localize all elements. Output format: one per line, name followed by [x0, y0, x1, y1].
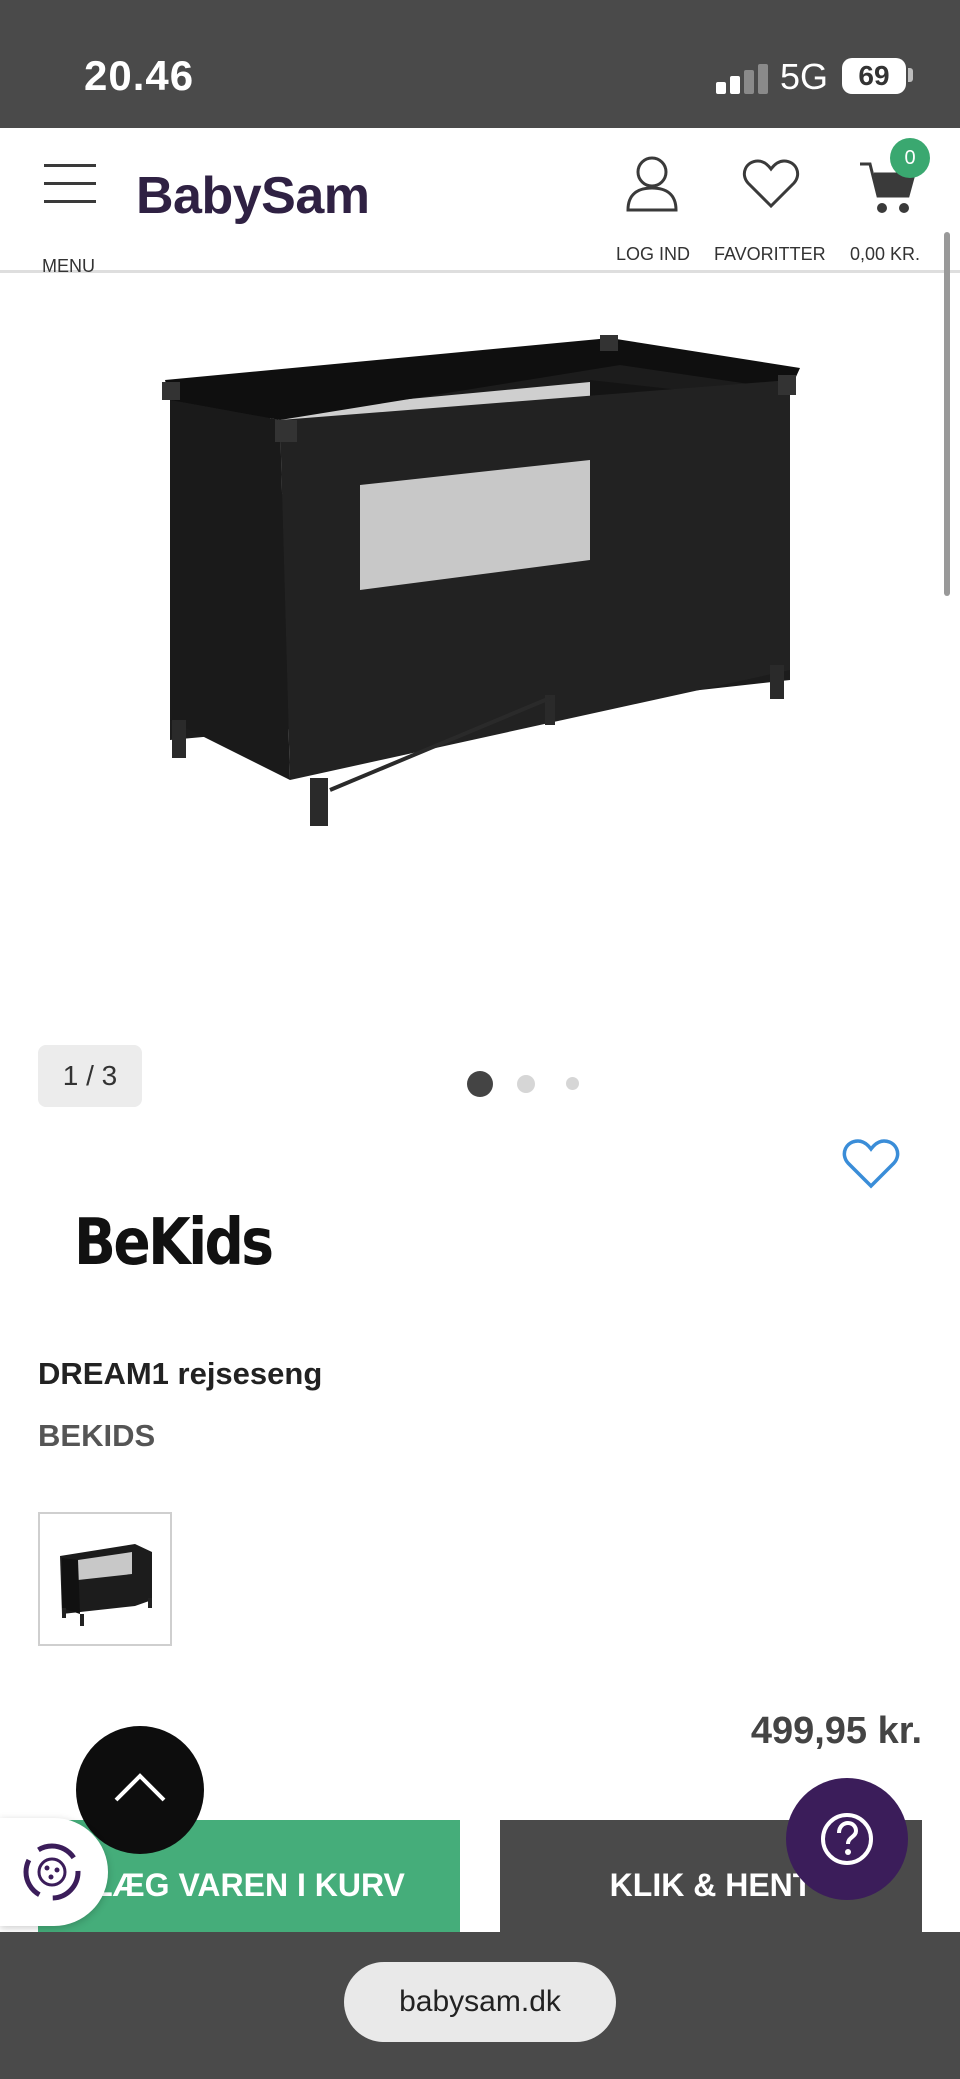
signal-icon	[716, 62, 768, 94]
cookie-settings-button[interactable]	[0, 1818, 108, 1926]
babysam-logo[interactable]: BabySam	[136, 166, 370, 226]
cart-count-badge: 0	[890, 138, 930, 178]
heart-icon	[742, 159, 800, 209]
login-button[interactable]: LOG IND	[610, 146, 694, 264]
product-price: 499,95 kr.	[750, 1710, 922, 1752]
status-time: 20.46	[84, 52, 195, 99]
gallery-counter: 1 / 3	[38, 1045, 142, 1107]
gallery-dot-2[interactable]	[517, 1075, 535, 1093]
question-icon	[821, 1813, 873, 1865]
product-image[interactable]	[150, 320, 810, 840]
favorites-button[interactable]: FAVORITTER	[714, 146, 826, 264]
product-brand[interactable]: BEKIDS	[38, 1418, 155, 1454]
help-button[interactable]	[786, 1778, 908, 1900]
menu-button[interactable]: MENU	[38, 158, 102, 276]
thumbnail-image	[60, 1544, 152, 1626]
cart-total: 0,00 KR.	[850, 244, 921, 264]
site-header: MENU BabySam LOG IND FAVORITTER 0,00 KR.…	[0, 128, 960, 276]
brand-logo[interactable]: BeKids	[74, 1206, 274, 1280]
url-bar[interactable]: babysam.dk	[344, 1962, 616, 2042]
battery-icon: 69	[842, 58, 906, 94]
browser-bar: babysam.dk	[0, 1932, 960, 2079]
gallery-dot-3[interactable]	[566, 1077, 579, 1090]
battery-nub	[908, 68, 913, 82]
menu-label: MENU	[42, 256, 95, 276]
cookie-icon	[23, 1843, 81, 1901]
network-label: 5G	[780, 56, 829, 97]
product-title: DREAM1 rejseseng	[38, 1356, 323, 1391]
scrollbar[interactable]	[944, 232, 950, 596]
gallery-thumbnail[interactable]	[38, 1512, 172, 1646]
wishlist-heart-icon[interactable]	[842, 1138, 900, 1190]
gallery-dot-1[interactable]	[467, 1071, 493, 1097]
user-icon	[626, 156, 678, 212]
login-label: LOG IND	[616, 244, 691, 264]
hamburger-icon	[44, 164, 96, 204]
favorites-label: FAVORITTER	[714, 244, 826, 264]
status-bar: 20.46 5G 69	[0, 0, 960, 128]
